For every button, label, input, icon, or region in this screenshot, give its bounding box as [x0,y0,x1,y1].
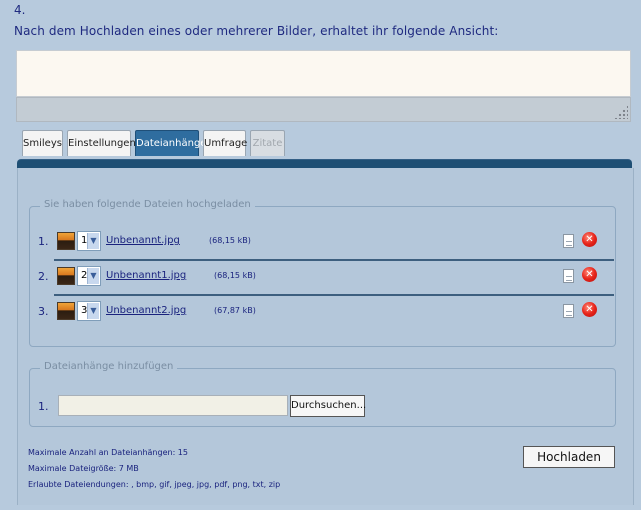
browse-button[interactable]: Durchsuchen... [290,395,366,417]
uploaded-file-row: 3. 3 ▼ Unbenannt2.jpg (67,87 kB) ✕ [38,300,608,324]
insert-document-icon[interactable] [563,269,574,283]
uploaded-file-row: 1. 1 ▼ Unbenannt.jpg (68,15 kB) ✕ [38,230,608,254]
file-row-number: 3. [38,305,49,318]
row-divider [54,294,614,296]
chevron-down-icon[interactable]: ▼ [87,268,99,284]
image-thumbnail-icon [57,232,75,250]
file-path-input[interactable] [58,395,288,416]
delete-icon[interactable]: ✕ [582,232,597,247]
chevron-down-icon[interactable]: ▼ [87,303,99,319]
insert-document-icon[interactable] [563,234,574,248]
add-row-number: 1. [38,400,49,413]
uploaded-file-row: 2. 2 ▼ Unbenannt1.jpg (68,15 kB) ✕ [38,265,608,289]
message-textarea[interactable] [16,50,631,97]
file-order-select[interactable]: 3 ▼ [77,301,101,321]
image-thumbnail-icon [57,302,75,320]
file-row-number: 1. [38,235,49,248]
add-attachments-legend: Dateianhänge hinzufügen [40,361,178,372]
file-name-link[interactable]: Unbenannt.jpg [106,235,180,246]
delete-icon[interactable]: ✕ [582,302,597,317]
insert-document-icon[interactable] [563,304,574,318]
message-editor [16,50,631,122]
file-row-number: 2. [38,270,49,283]
step-number: 4. [14,3,26,17]
upload-button[interactable]: Hochladen [523,446,615,468]
uploaded-files-legend: Sie haben folgende Dateien hochgeladen [40,199,255,210]
tab-einstellungen[interactable]: Einstellungen [67,130,136,156]
delete-icon[interactable]: ✕ [582,267,597,282]
tab-smileys[interactable]: Smileys [22,130,63,156]
file-size: (68,15 kB) [214,271,256,280]
file-name-link[interactable]: Unbenannt2.jpg [106,305,186,316]
file-order-select[interactable]: 1 ▼ [77,231,101,251]
tab-zitate: Zitate [250,130,285,156]
allowed-extensions-info: Erlaubte Dateiendungen: , bmp, gif, jpeg… [28,480,281,489]
file-size: (68,15 kB) [209,236,251,245]
file-name-link[interactable]: Unbenannt1.jpg [106,270,186,281]
chevron-down-icon[interactable]: ▼ [87,233,99,249]
max-size-info: Maximale Dateigröße: 7 MB [28,464,139,473]
file-order-select[interactable]: 2 ▼ [77,266,101,286]
row-divider [54,259,614,261]
editor-status-bar [16,97,631,122]
tab-dateianhaenge[interactable]: Dateianhänge [135,130,206,156]
tab-umfrage[interactable]: Umfrage [203,130,247,156]
image-thumbnail-icon [57,267,75,285]
add-attachment-row: 1. Durchsuchen... [38,395,438,419]
intro-text: Nach dem Hochladen eines oder mehrerer B… [14,24,499,38]
resize-grip-icon[interactable] [614,105,628,119]
file-size: (67,87 kB) [214,306,256,315]
max-count-info: Maximale Anzahl an Dateianhängen: 15 [28,448,188,457]
